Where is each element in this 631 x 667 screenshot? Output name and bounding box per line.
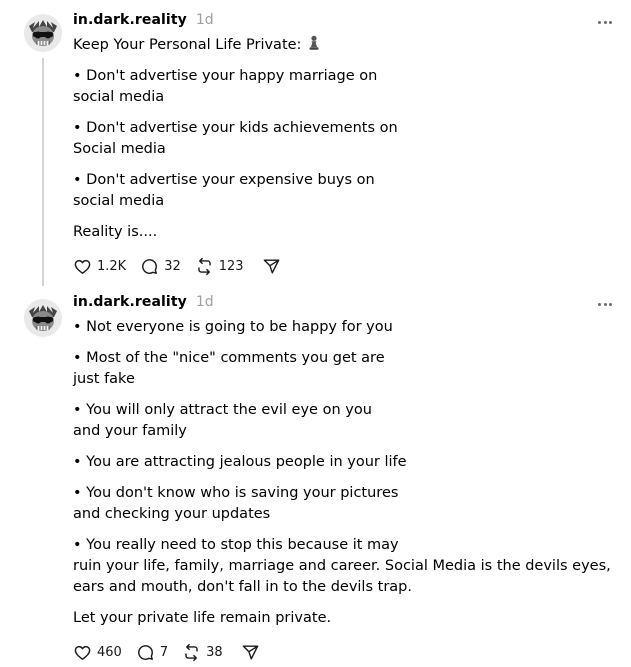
username[interactable]: in.dark.reality [73,294,187,310]
more-options-icon[interactable] [598,299,612,309]
post-line: • You don't know who is saving your pict… [73,485,399,522]
comment-icon [142,259,158,274]
post-body: Keep Your Personal Life Private: • Don't… [73,35,613,253]
post-line: • You really need to stop this because i… [73,537,611,595]
repost-icon [197,257,211,276]
send-icon [263,259,279,274]
skull-avatar-icon [24,14,62,52]
username[interactable]: in.dark.reality [73,12,187,28]
like-button[interactable]: 1.2K [73,257,126,276]
reply-count: 32 [164,259,181,274]
post-title: Keep Your Personal Life Private: [73,37,302,53]
avatar[interactable] [24,14,62,52]
like-count: 1.2K [97,259,127,274]
timestamp: 1d [195,12,214,28]
thread-post-2: in.dark.reality 1d • Not everyone is goi… [0,290,631,667]
post-header: in.dark.reality 1d [73,12,214,28]
like-count: 460 [97,645,122,660]
post-line: • Don't advertise your happy marriage on… [73,68,378,105]
repost-button[interactable]: 38 [182,643,223,662]
like-button[interactable]: 460 [73,643,122,662]
skull-avatar-icon [24,299,62,337]
reply-button[interactable]: 7 [136,643,168,662]
repost-button[interactable]: 123 [195,257,244,276]
thread-line [42,58,44,286]
heart-icon [74,645,91,660]
post-line: • Most of the "nice" comments you get ar… [73,350,385,387]
reply-button[interactable]: 32 [140,257,181,276]
share-button[interactable] [262,257,281,276]
thread-post-1: in.dark.reality 1d Keep Your Personal Li… [0,0,631,290]
post-line: • Not everyone is going to be happy for … [73,319,393,335]
share-button[interactable] [241,643,260,662]
repost-count: 123 [218,259,244,274]
repost-icon [185,643,198,662]
comment-icon [137,645,153,660]
post-line: • You are attracting jealous people in y… [73,454,407,470]
send-icon [242,645,258,660]
post-line: • Don't advertise your expensive buys on… [73,172,375,209]
post-line: Let your private life remain private. [73,610,332,626]
post-line: • Don't advertise your kids achievements… [73,120,398,157]
repost-count: 38 [206,645,223,660]
chess-pawn-icon [309,35,319,50]
avatar[interactable] [24,299,62,337]
post-header: in.dark.reality 1d [73,294,214,310]
heart-icon [74,259,91,274]
post-line: • You will only attract the evil eye on … [73,402,372,439]
post-actions: 1.2K 32 123 [73,257,295,276]
timestamp: 1d [195,294,214,310]
reply-count: 7 [159,645,169,660]
post-line: Reality is.... [73,224,158,240]
more-options-icon[interactable] [598,17,612,27]
post-body: • Not everyone is going to be happy for … [73,317,613,639]
post-actions: 460 7 38 [73,643,274,662]
